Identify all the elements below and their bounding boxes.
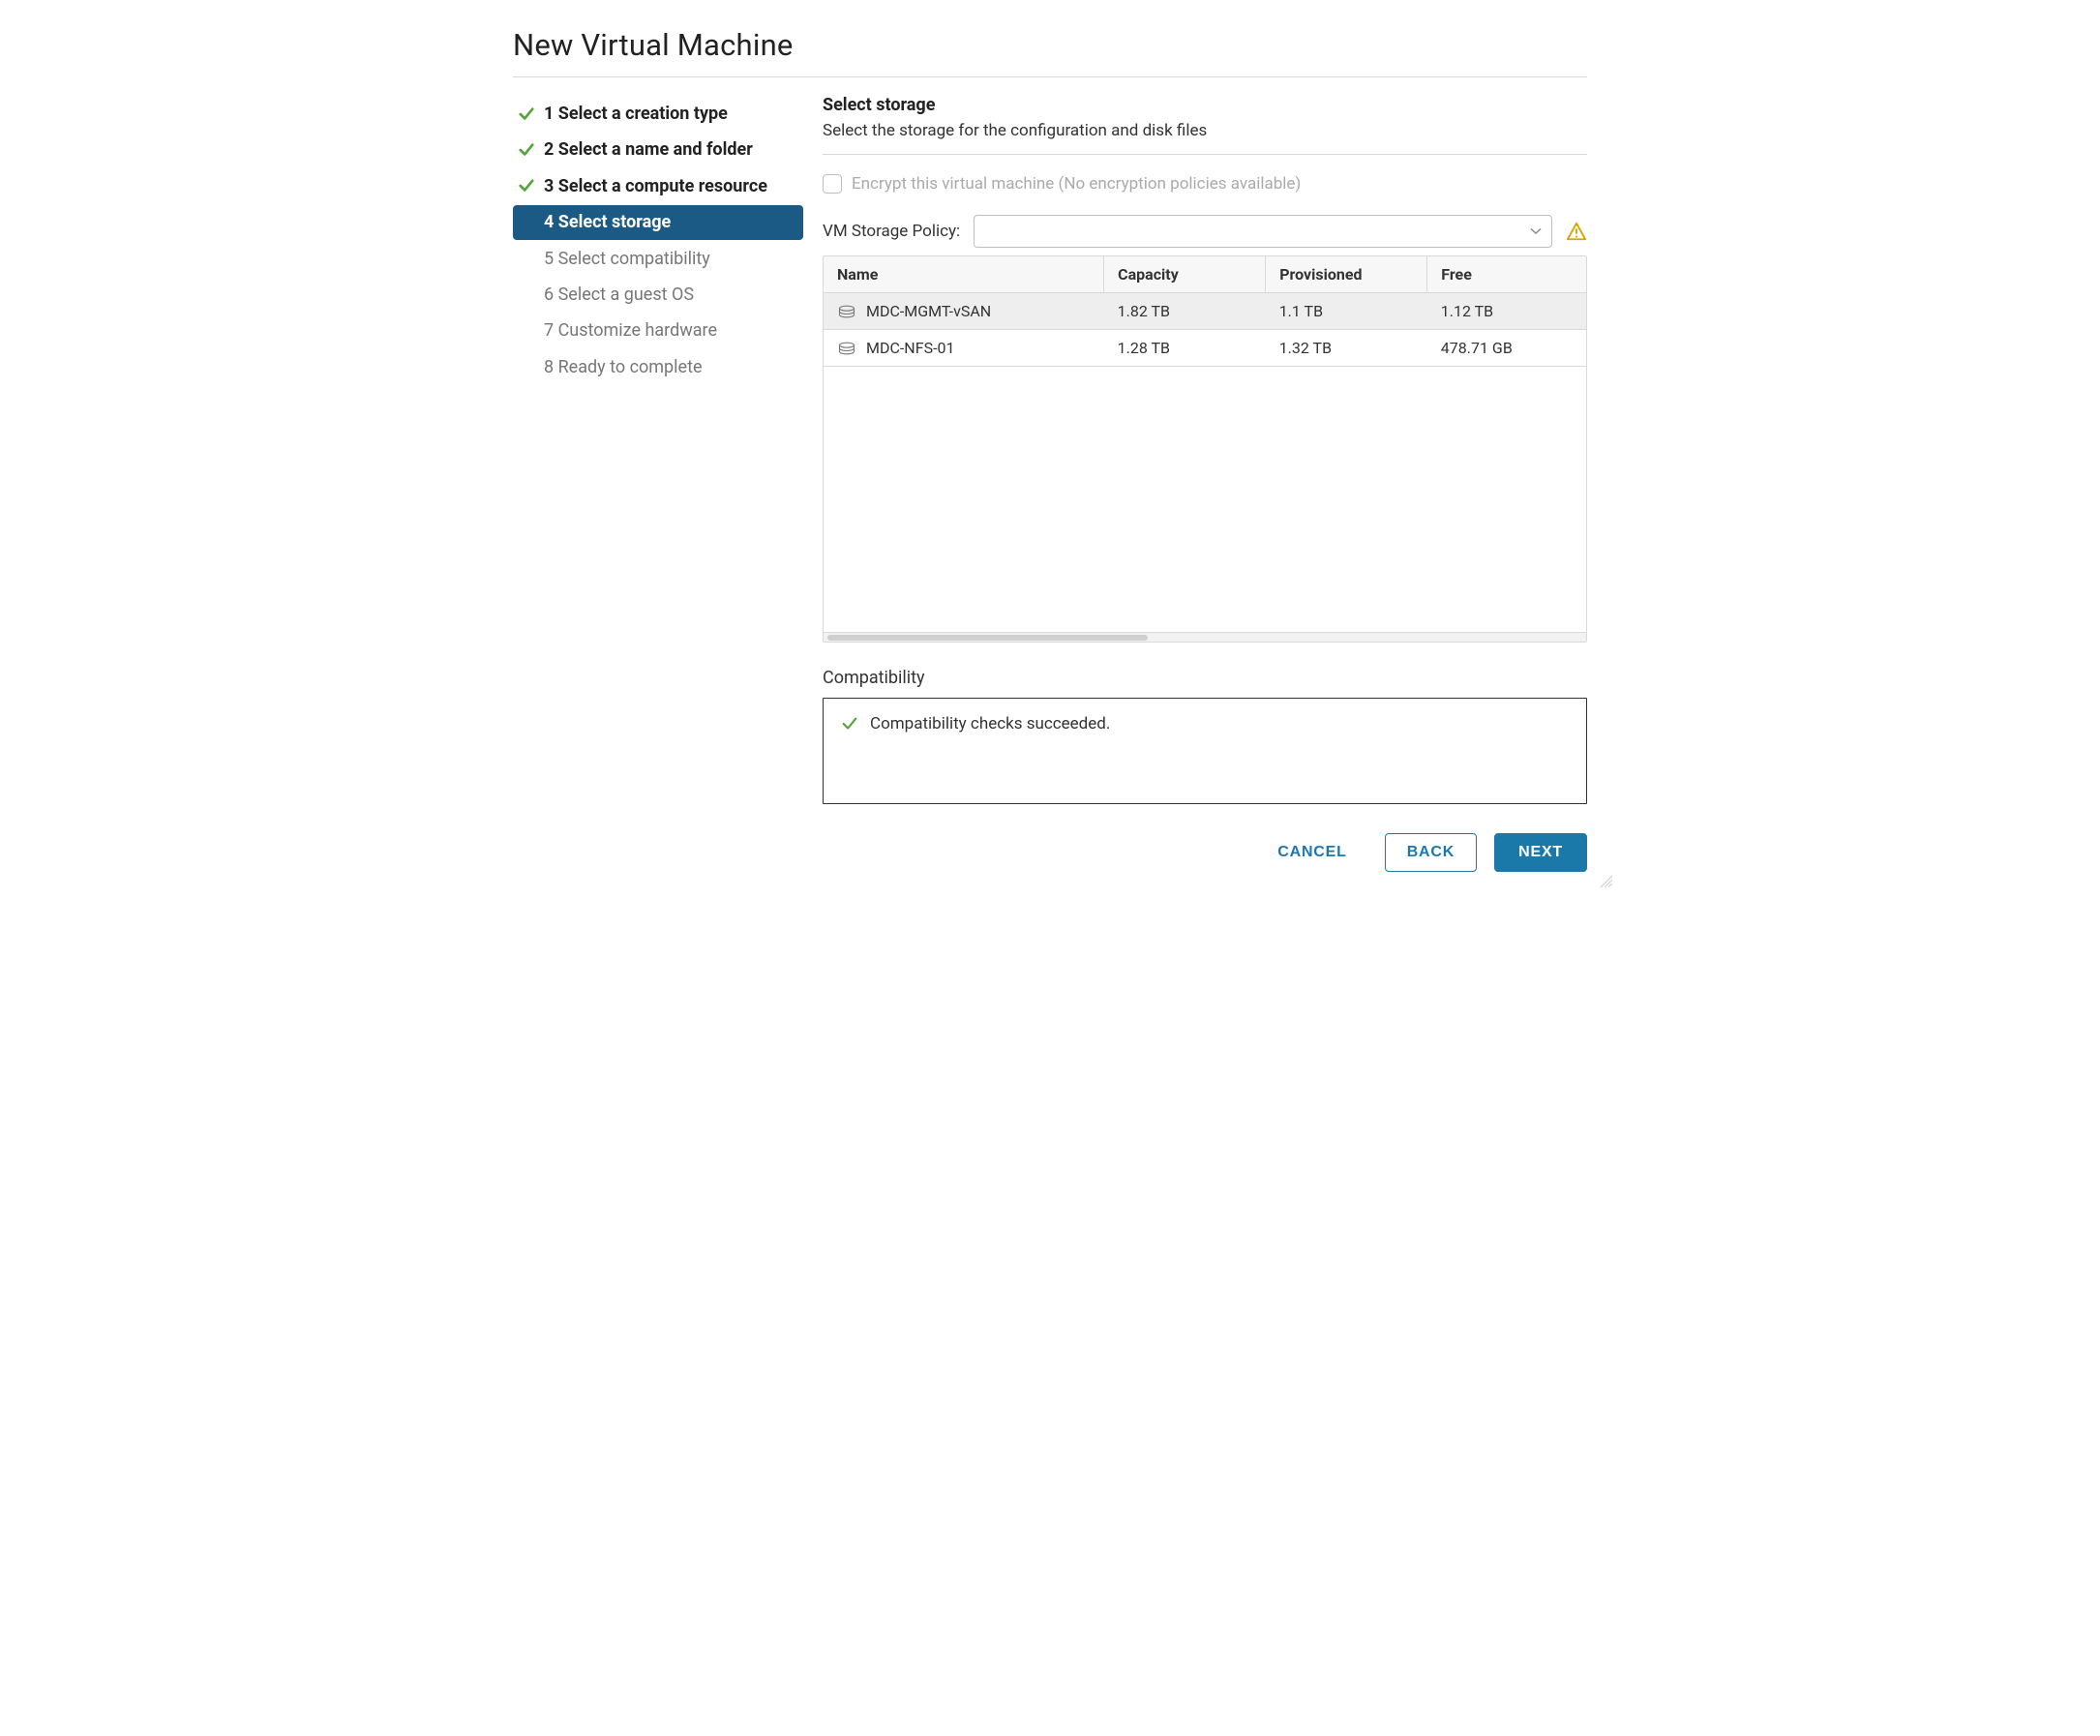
cell-free: 478.71 GB (1427, 330, 1586, 367)
wizard-step-2[interactable]: 2 Select a name and folder (513, 133, 803, 166)
resize-grip-icon[interactable] (1599, 874, 1612, 887)
wizard-step-5: 5 Select compatibility (513, 242, 803, 276)
check-icon (519, 142, 534, 158)
vm-storage-policy-select[interactable] (974, 215, 1552, 248)
wizard-step-1[interactable]: 1 Select a creation type (513, 97, 803, 131)
encrypt-vm-label: Encrypt this virtual machine (No encrypt… (852, 174, 1301, 194)
encrypt-vm-row: Encrypt this virtual machine (No encrypt… (823, 174, 1587, 194)
compatibility-panel: Compatibility checks succeeded. (823, 698, 1587, 804)
warning-icon (1566, 221, 1587, 242)
section-title: Select storage (823, 95, 1587, 115)
compatibility-message: Compatibility checks succeeded. (870, 714, 1110, 733)
title-divider (513, 76, 1587, 77)
back-button[interactable]: BACK (1385, 833, 1477, 872)
horizontal-scrollbar[interactable] (824, 632, 1586, 642)
compatibility-label: Compatibility (823, 668, 1587, 688)
wizard-step-3[interactable]: 3 Select a compute resource (513, 169, 803, 203)
dialog-title: New Virtual Machine (513, 27, 1587, 63)
step-label: 8 Ready to complete (544, 356, 795, 378)
section-description: Select the storage for the configuration… (823, 121, 1587, 140)
datastore-name: MDC-NFS-01 (866, 339, 954, 357)
new-vm-wizard: New Virtual Machine 1 Select a creation … (484, 0, 1616, 889)
table-row[interactable]: MDC-MGMT-vSAN1.82 TB1.1 TB1.12 TBVirt (824, 293, 1586, 330)
cell-free: 1.12 TB (1427, 293, 1586, 330)
wizard-step-4[interactable]: 4 Select storage (513, 205, 803, 239)
cell-capacity: 1.28 TB (1104, 330, 1266, 367)
wizard-content: Select storage Select the storage for th… (823, 95, 1587, 872)
cell-provisioned: 1.1 TB (1266, 293, 1427, 330)
column-header-provisioned[interactable]: Provisioned (1266, 256, 1427, 293)
check-icon (841, 715, 858, 733)
check-icon (519, 106, 534, 122)
wizard-step-6: 6 Select a guest OS (513, 278, 803, 312)
wizard-footer: CANCEL BACK NEXT (823, 833, 1587, 872)
vm-storage-policy-label: VM Storage Policy: (823, 222, 960, 241)
wizard-step-7: 7 Customize hardware (513, 314, 803, 347)
datastore-table-scroll[interactable]: NameCapacityProvisionedFreeType MDC-MGMT… (824, 256, 1586, 632)
encrypt-vm-checkbox (823, 174, 842, 194)
vm-storage-policy-row: VM Storage Policy: (823, 215, 1587, 248)
column-header-free[interactable]: Free (1427, 256, 1586, 293)
cell-capacity: 1.82 TB (1104, 293, 1266, 330)
datastore-table-body: MDC-MGMT-vSAN1.82 TB1.1 TB1.12 TBVirtMDC… (824, 293, 1586, 367)
step-label: 7 Customize hardware (544, 319, 795, 342)
step-label: 4 Select storage (544, 211, 795, 233)
datastore-icon (837, 305, 856, 318)
step-label: 5 Select compatibility (544, 248, 795, 270)
table-row[interactable]: MDC-NFS-011.28 TB1.32 TB478.71 GBNFS (824, 330, 1586, 367)
cancel-button[interactable]: CANCEL (1257, 833, 1366, 872)
wizard-steps: 1 Select a creation type 2 Select a name … (513, 95, 803, 872)
next-button[interactable]: NEXT (1494, 833, 1587, 872)
step-label: 3 Select a compute resource (544, 175, 795, 197)
datastore-icon (837, 342, 856, 355)
datastore-table-container: NameCapacityProvisionedFreeType MDC-MGMT… (823, 255, 1587, 643)
datastore-table-head: NameCapacityProvisionedFreeType (824, 256, 1586, 293)
scrollbar-thumb[interactable] (827, 635, 1148, 641)
step-label: 2 Select a name and folder (544, 138, 795, 161)
wizard-step-8: 8 Ready to complete (513, 350, 803, 384)
step-label: 6 Select a guest OS (544, 284, 795, 306)
column-header-name[interactable]: Name (824, 256, 1104, 293)
compatibility-result: Compatibility checks succeeded. (841, 714, 1569, 733)
step-label: 1 Select a creation type (544, 103, 795, 125)
column-header-capacity[interactable]: Capacity (1104, 256, 1266, 293)
chevron-down-icon (1530, 225, 1542, 237)
check-icon (519, 178, 534, 194)
cell-provisioned: 1.32 TB (1266, 330, 1427, 367)
section-divider (823, 154, 1587, 155)
datastore-table: NameCapacityProvisionedFreeType MDC-MGMT… (824, 256, 1586, 367)
datastore-name: MDC-MGMT-vSAN (866, 302, 991, 320)
